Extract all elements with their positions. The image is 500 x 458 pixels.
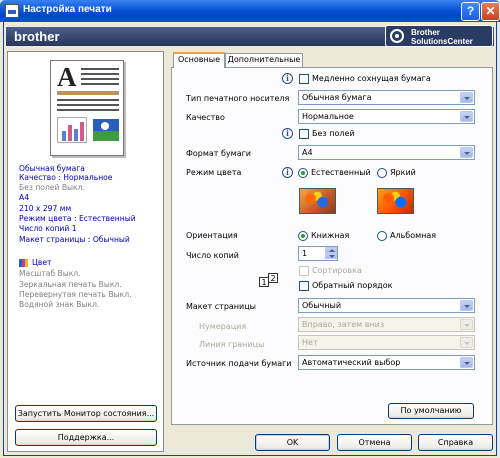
copies-stepper[interactable]: 1 <box>298 246 338 261</box>
collate-checkbox[interactable] <box>299 266 309 276</box>
preview-photo-icon <box>93 119 119 141</box>
printer-icon <box>5 4 19 18</box>
settings-summary-panel: A Обычная бумага Качество : Нормальное Б… <box>7 51 164 452</box>
help-icon[interactable]: ? <box>461 2 480 21</box>
slow-drying-label: Медленно сохнущая бумага <box>312 74 431 83</box>
paper-source-label: Источник подачи бумаги <box>186 359 292 368</box>
portrait-radio[interactable] <box>298 231 308 241</box>
landscape-label: Альбомная <box>390 231 437 240</box>
copies-label: Число копий <box>186 251 239 260</box>
landscape-radio[interactable] <box>377 231 387 241</box>
page-order-select[interactable]: Вправо, затем вниз <box>298 317 475 332</box>
quality-select[interactable]: Нормальное <box>298 109 475 124</box>
borderless-label: Без полей <box>312 129 355 138</box>
summary-color: Цвет <box>32 258 52 267</box>
preview-letter-icon: A <box>57 62 77 92</box>
paper-source-value: Автоматический выбор <box>302 358 401 367</box>
summary-layout: Макет страницы : Обычный <box>19 235 130 244</box>
color-natural-label: Естественный <box>311 168 371 177</box>
color-natural-radio[interactable] <box>298 168 308 178</box>
preview-chart-icon <box>57 117 87 143</box>
quality-label: Качество <box>186 113 225 122</box>
tab-advanced[interactable]: Дополнительные <box>225 53 303 67</box>
solutions-center-line1: Brother <box>411 28 440 37</box>
natural-color-sample-image <box>299 188 336 214</box>
copies-value: 1 <box>302 249 308 258</box>
window-title: Настройка печати <box>23 4 112 15</box>
border-line-value: Нет <box>302 338 318 347</box>
title-bar: Настройка печати ? ✕ <box>0 0 500 22</box>
paper-size-value: A4 <box>302 148 313 157</box>
default-button[interactable]: По умолчанию <box>388 403 474 419</box>
page-preview: A <box>50 60 124 156</box>
chevron-down-icon[interactable] <box>460 300 473 311</box>
color-vivid-label: Яркий <box>390 168 416 177</box>
solutions-center-icon <box>390 29 404 43</box>
chevron-down-icon[interactable] <box>460 337 473 348</box>
slow-drying-checkbox[interactable] <box>299 74 309 84</box>
divider <box>184 221 480 222</box>
solutions-center-button[interactable]: Brother SolutionsCenter <box>385 25 493 47</box>
paper-source-select[interactable]: Автоматический выбор <box>298 355 475 370</box>
paper-size-label: Формат бумаги <box>186 149 252 158</box>
summary-borderless: Без полей Выкл. <box>19 183 85 192</box>
chevron-down-icon[interactable] <box>460 319 473 330</box>
summary-copies: Число копий 1 <box>19 224 77 233</box>
summary-paper-size: A4 <box>19 193 30 202</box>
summary-color-mode: Режим цвета : Естественный <box>19 214 136 223</box>
page-order-label: Нумерация <box>199 322 247 331</box>
page-layout-label: Макет страницы <box>186 302 256 311</box>
ok-button[interactable]: OK <box>255 434 330 451</box>
border-line-select[interactable]: Нет <box>298 335 475 350</box>
info-icon[interactable]: i <box>282 73 293 84</box>
collate-label: Сортировка <box>312 266 362 275</box>
page-layout-select[interactable]: Обычный <box>298 298 475 313</box>
summary-dimensions: 210 x 297 мм <box>19 204 72 213</box>
help-button[interactable]: Справка <box>418 434 493 451</box>
solutions-center-line2: SolutionsCenter <box>411 37 473 46</box>
info-icon[interactable]: i <box>282 128 293 139</box>
summary-reverse-print: Перевернутая печать Выкл. <box>19 290 132 299</box>
orientation-label: Ориентация <box>186 231 238 240</box>
chevron-down-icon[interactable] <box>460 92 473 103</box>
page-order-value: Вправо, затем вниз <box>302 320 385 329</box>
close-icon[interactable]: ✕ <box>481 2 500 21</box>
cancel-button[interactable]: Отмена <box>337 434 412 451</box>
summary-media: Обычная бумага <box>19 164 85 173</box>
reverse-order-label: Обратный порядок <box>312 281 393 290</box>
page-layout-value: Обычный <box>302 301 342 310</box>
vivid-color-sample-image <box>377 188 414 214</box>
chevron-down-icon[interactable] <box>460 111 473 122</box>
borderless-checkbox[interactable] <box>299 129 309 139</box>
quality-value: Нормальное <box>302 112 354 121</box>
page-order-icon-2: 2 <box>268 273 278 283</box>
summary-quality: Качество : Нормальное <box>19 173 113 182</box>
reverse-order-checkbox[interactable] <box>299 281 309 291</box>
start-status-monitor-button[interactable]: Запустить Монитор состояния... <box>15 405 157 422</box>
media-type-label: Тип печатного носителя <box>186 94 290 103</box>
chevron-down-icon[interactable] <box>460 357 473 368</box>
divider <box>184 396 480 397</box>
tab-basic[interactable]: Основные <box>173 52 225 68</box>
summary-scaling: Масштаб Выкл. <box>19 269 81 278</box>
media-type-value: Обычная бумага <box>302 93 372 102</box>
summary-watermark: Водяной знак Выкл. <box>19 300 100 309</box>
border-line-label: Линия границы <box>199 340 265 349</box>
summary-mirror: Зеркальная печать Выкл. <box>19 280 122 289</box>
chevron-down-icon[interactable] <box>460 147 473 158</box>
spin-down-icon[interactable] <box>325 253 337 259</box>
portrait-label: Книжная <box>311 231 350 240</box>
color-vivid-radio[interactable] <box>377 168 387 178</box>
info-icon[interactable]: i <box>282 167 293 178</box>
support-button[interactable]: Поддержка... <box>15 429 157 446</box>
media-type-select[interactable]: Обычная бумага <box>298 90 475 105</box>
color-mode-label: Режим цвета <box>186 168 242 177</box>
color-icon <box>19 259 28 267</box>
paper-size-select[interactable]: A4 <box>298 145 475 160</box>
brother-logo: brother <box>14 29 60 44</box>
